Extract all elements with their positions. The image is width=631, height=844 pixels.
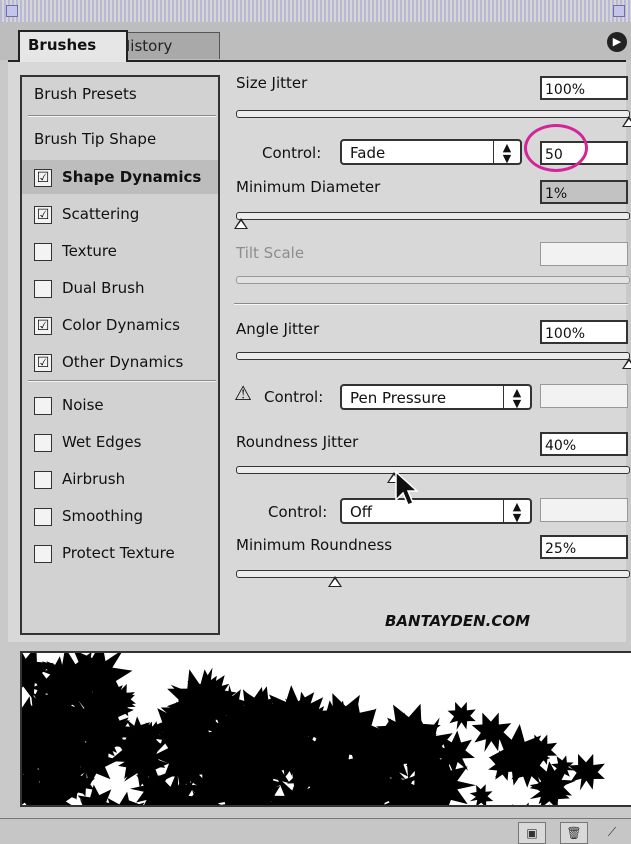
sidebar-item-dual-brush[interactable]: Dual Brush (22, 271, 218, 305)
close-box-icon[interactable] (6, 5, 18, 17)
checkbox-scattering[interactable]: ☑ (34, 206, 52, 224)
roundness-jitter-field[interactable]: 40% (540, 432, 628, 456)
mouse-pointer-icon (395, 470, 418, 506)
brush-settings-list: Brush Presets Brush Tip Shape ☑ Shape Dy… (20, 75, 220, 635)
checkbox-other-dynamics[interactable]: ☑ (34, 354, 52, 372)
select-arrows-icon: ▲ ▼ (503, 500, 530, 523)
highlight-circle (524, 124, 588, 172)
size-jitter-slider[interactable] (236, 110, 631, 127)
trash-icon[interactable]: 🗑 (560, 822, 588, 844)
sidebar-item-wet-edges[interactable]: Wet Edges (22, 425, 218, 459)
checkbox-airbrush[interactable] (34, 471, 52, 489)
minimum-roundness-label: Minimum Roundness (236, 536, 393, 554)
checkbox-wet-edges[interactable] (34, 434, 52, 452)
sidebar-item-label: Other Dynamics (62, 353, 184, 371)
checkbox-smoothing[interactable] (34, 508, 52, 526)
size-control-select[interactable]: Fade ▲ ▼ (340, 139, 522, 165)
size-jitter-field[interactable]: 100% (540, 76, 628, 100)
checkbox-shape-dynamics[interactable]: ☑ (34, 169, 52, 187)
sidebar-item-label: Texture (62, 242, 117, 260)
resize-grip-icon[interactable]: ⟋ (602, 822, 622, 842)
divider (28, 380, 216, 382)
minimum-roundness-slider[interactable] (236, 570, 630, 587)
size-jitter-label: Size Jitter (236, 74, 308, 92)
checkbox-color-dynamics[interactable]: ☑ (34, 317, 52, 335)
angle-control-value: Pen Pressure (350, 389, 447, 407)
sidebar-item-label: Brush Tip Shape (34, 130, 157, 148)
warning-icon: ⚠ (234, 381, 252, 405)
zoom-box-icon[interactable] (613, 5, 625, 17)
sidebar-item-airbrush[interactable]: Airbrush (22, 462, 218, 496)
new-brush-icon[interactable]: ▣ (518, 822, 546, 844)
panel-title-bar[interactable] (0, 0, 631, 23)
sidebar-item-brush-presets[interactable]: Brush Presets (22, 77, 218, 111)
checkbox-noise[interactable] (34, 397, 52, 415)
sidebar-item-shape-dynamics[interactable]: ☑ Shape Dynamics (22, 160, 218, 194)
panel-bottom-bar: ▣ 🗑 ⟋ (0, 818, 631, 844)
brush-stroke-preview (20, 651, 631, 807)
minimum-diameter-slider[interactable] (233, 212, 630, 229)
sidebar-item-label: Wet Edges (62, 433, 142, 451)
maple-leaf-icon (447, 701, 476, 731)
slider-thumb[interactable] (622, 358, 631, 369)
sidebar-item-label: Airbrush (62, 470, 126, 488)
roundness-jitter-label: Roundness Jitter (236, 433, 359, 451)
angle-jitter-label: Angle Jitter (236, 320, 320, 338)
maple-leaf-stroke-image (22, 653, 605, 805)
sidebar-item-other-dynamics[interactable]: ☑ Other Dynamics (22, 345, 218, 379)
angle-control-select[interactable]: Pen Pressure ▲ ▼ (340, 384, 532, 410)
sidebar-item-label: Color Dynamics (62, 316, 180, 334)
roundness-control-value: Off (350, 503, 373, 521)
tilt-scale-slider[interactable] (236, 276, 630, 284)
sidebar-item-label: Scattering (62, 205, 140, 223)
sidebar-item-scattering[interactable]: ☑ Scattering (22, 197, 218, 231)
checkbox-dual-brush[interactable] (34, 280, 52, 298)
sidebar-item-label: Smoothing (62, 507, 144, 525)
size-control-label: Control: (262, 144, 322, 162)
slider-thumb[interactable] (233, 218, 248, 229)
sidebar-item-texture[interactable]: Texture (22, 234, 218, 268)
sidebar-item-label: Noise (62, 396, 104, 414)
angle-jitter-slider[interactable] (236, 352, 631, 369)
tilt-scale-label: Tilt Scale (236, 244, 305, 262)
checkbox-protect-texture[interactable] (34, 545, 52, 563)
roundness-control-select[interactable]: Off ▲ ▼ (340, 498, 532, 524)
maple-leaf-icon (568, 753, 605, 791)
select-arrows-icon: ▲ ▼ (493, 141, 520, 164)
roundness-control-label: Control: (268, 503, 328, 521)
divider (28, 115, 216, 117)
angle-jitter-field[interactable]: 100% (540, 320, 628, 344)
sidebar-item-label: Protect Texture (62, 544, 175, 562)
tilt-scale-field[interactable] (540, 242, 628, 266)
roundness-control-field[interactable] (540, 498, 628, 522)
select-arrows-icon: ▲ ▼ (503, 386, 530, 409)
sidebar-item-noise[interactable]: Noise (22, 388, 218, 422)
sidebar-item-label: Dual Brush (62, 279, 145, 297)
checkbox-texture[interactable] (34, 243, 52, 261)
slider-thumb[interactable] (328, 576, 342, 587)
sidebar-item-label: Brush Presets (34, 85, 137, 103)
sidebar-item-color-dynamics[interactable]: ☑ Color Dynamics (22, 308, 218, 342)
minimum-diameter-label: Minimum Diameter (236, 178, 381, 196)
divider (234, 303, 628, 305)
size-control-value: Fade (350, 144, 386, 162)
sidebar-item-brush-tip-shape[interactable]: Brush Tip Shape (22, 122, 218, 156)
watermark-text: BANTAYDEN.COM (385, 612, 531, 630)
tab-brushes[interactable]: Brushes (18, 30, 128, 62)
angle-control-field[interactable] (540, 384, 628, 408)
sidebar-item-protect-texture[interactable]: Protect Texture (22, 536, 218, 570)
minimum-diameter-field[interactable]: 1% (540, 180, 628, 204)
minimum-roundness-field[interactable]: 25% (540, 535, 628, 559)
angle-control-label: Control: (264, 388, 324, 406)
panel-menu-icon[interactable]: ▶ (607, 32, 627, 52)
roundness-jitter-slider[interactable] (236, 466, 630, 483)
sidebar-item-smoothing[interactable]: Smoothing (22, 499, 218, 533)
maple-leaf-icon (469, 784, 494, 805)
slider-thumb[interactable] (622, 116, 631, 127)
tab-row: Brushes History ▶ (0, 22, 631, 62)
sidebar-item-label: Shape Dynamics (62, 168, 202, 186)
